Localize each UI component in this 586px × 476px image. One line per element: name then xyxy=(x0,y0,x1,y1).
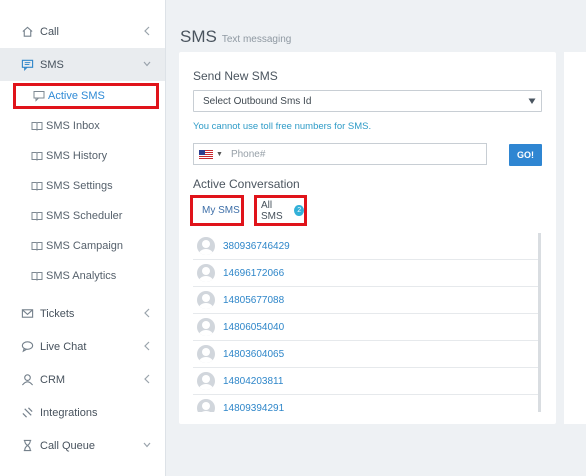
list-item[interactable]: 14803604065 xyxy=(193,341,540,368)
home-icon xyxy=(21,25,34,38)
sidebar-subitem-label: SMS Settings xyxy=(46,180,113,192)
book-icon xyxy=(31,240,43,252)
sidebar-subitem-sms-inbox[interactable]: SMS Inbox xyxy=(0,111,165,141)
book-icon xyxy=(31,270,43,282)
sidebar-item-label: Call Queue xyxy=(40,439,96,452)
select-value: Select Outbound Sms Id xyxy=(203,95,312,107)
conversation-number[interactable]: 14696172066 xyxy=(223,268,284,279)
sidebar-subitem-label: SMS Campaign xyxy=(46,240,124,252)
sidebar-item-tickets[interactable]: Tickets xyxy=(0,297,165,330)
country-caret-icon[interactable]: ▼ xyxy=(216,151,223,158)
list-item[interactable]: 14696172066 xyxy=(193,260,540,287)
chevron-left-icon xyxy=(143,307,151,319)
sidebar-item-label: CRM xyxy=(40,373,66,386)
hourglass-icon xyxy=(21,439,34,452)
right-panel xyxy=(564,52,586,424)
avatar xyxy=(197,318,215,336)
list-item[interactable]: 14804203811 xyxy=(193,368,540,395)
conversation-number[interactable]: 14804203811 xyxy=(223,376,283,387)
chevron-down-icon xyxy=(143,439,151,451)
page-subtitle: Text messaging xyxy=(221,34,292,45)
chat-bubble-icon xyxy=(21,340,34,353)
chevron-left-icon xyxy=(143,373,151,385)
avatar xyxy=(197,264,215,282)
avatar xyxy=(197,372,215,390)
conversation-number[interactable]: 14803604065 xyxy=(223,349,284,360)
sidebar-subitem-label: SMS History xyxy=(46,150,108,162)
sidebar-item-sms[interactable]: SMS xyxy=(0,48,165,81)
count-badge: 2 xyxy=(294,205,304,216)
sidebar-subitem-label: SMS Inbox xyxy=(46,120,100,132)
sidebar-subitem-sms-history[interactable]: SMS History xyxy=(0,141,165,171)
sidebar-item-label: Integrations xyxy=(40,406,98,419)
book-icon xyxy=(31,120,43,132)
mail-icon xyxy=(21,307,34,320)
us-flag-icon[interactable] xyxy=(199,149,213,159)
sidebar-item-label: Live Chat xyxy=(40,340,87,353)
toll-free-warning: You cannot use toll free numbers for SMS… xyxy=(193,121,372,132)
page-header: SMS Text messaging xyxy=(180,27,291,47)
tab-label: All SMS xyxy=(261,199,283,222)
send-sms-title: Send New SMS xyxy=(193,69,278,83)
sidebar-item-label: Call xyxy=(40,25,59,38)
book-icon xyxy=(31,210,43,222)
list-item[interactable]: 14809394291 xyxy=(193,395,540,412)
sidebar-item-call-queue[interactable]: Call Queue xyxy=(0,429,165,462)
phone-placeholder: Phone# xyxy=(230,148,266,160)
tab-my-sms[interactable]: My SMS xyxy=(190,195,244,226)
sidebar-item-live-chat[interactable]: Live Chat xyxy=(0,330,165,363)
book-icon xyxy=(31,150,43,162)
list-item[interactable]: 380936746429 xyxy=(193,233,540,260)
avatar xyxy=(197,291,215,309)
sms-icon xyxy=(21,58,34,71)
sidebar-item-crm[interactable]: CRM xyxy=(0,363,165,396)
plug-icon xyxy=(21,406,34,419)
tab-all-sms[interactable]: All SMS 2 xyxy=(254,195,307,226)
outbound-sms-id-select[interactable]: Select Outbound Sms Id xyxy=(193,90,542,112)
sidebar-item-integrations[interactable]: Integrations xyxy=(0,396,165,429)
sidebar-subitem-label: Active SMS xyxy=(48,90,105,102)
conversation-scrollbar[interactable] xyxy=(538,233,541,412)
page-title: SMS xyxy=(180,27,217,46)
sidebar-item-label: SMS xyxy=(40,58,64,71)
conversation-number[interactable]: 14806054040 xyxy=(223,322,284,333)
sms-card: Send New SMS Select Outbound Sms Id You … xyxy=(179,52,556,424)
sidebar-subitem-label: SMS Scheduler xyxy=(46,210,123,222)
list-item[interactable]: 14806054040 xyxy=(193,314,540,341)
list-item[interactable]: 14805677088 xyxy=(193,287,540,314)
sidebar-subitem-sms-settings[interactable]: SMS Settings xyxy=(0,171,165,201)
active-conversation-title: Active Conversation xyxy=(193,177,300,191)
user-icon xyxy=(21,373,34,386)
sidebar-item-call[interactable]: Call xyxy=(0,15,165,48)
sidebar-subitem-active-sms[interactable]: Active SMS xyxy=(13,83,159,109)
sidebar-subitem-sms-campaign[interactable]: SMS Campaign xyxy=(0,231,165,261)
avatar xyxy=(197,399,215,412)
conversation-list: 380936746429 14696172066 14805677088 148… xyxy=(193,233,540,412)
conversation-number[interactable]: 14805677088 xyxy=(223,295,284,306)
sidebar-subitem-label: SMS Analytics xyxy=(46,270,117,282)
sidebar-subitem-sms-scheduler[interactable]: SMS Scheduler xyxy=(0,201,165,231)
book-icon xyxy=(31,180,43,192)
chevron-down-icon xyxy=(143,58,151,70)
sidebar-item-label: Tickets xyxy=(40,307,75,320)
avatar xyxy=(197,237,215,255)
sidebar: Call SMS Active SMS SMS Inbox SMS Histor… xyxy=(0,0,166,476)
dropdown-arrow-icon xyxy=(528,96,536,106)
conversation-number[interactable]: 380936746429 xyxy=(223,241,290,252)
sidebar-subitem-sms-analytics[interactable]: SMS Analytics xyxy=(0,261,165,291)
chevron-left-icon xyxy=(143,25,151,37)
avatar xyxy=(197,345,215,363)
chat-icon xyxy=(33,90,45,102)
conversation-number[interactable]: 14809394291 xyxy=(223,403,284,413)
go-button[interactable]: GO! xyxy=(509,144,542,166)
chevron-left-icon xyxy=(143,340,151,352)
tab-label: My SMS xyxy=(202,205,240,216)
phone-input[interactable]: ▼ Phone# xyxy=(193,143,487,165)
